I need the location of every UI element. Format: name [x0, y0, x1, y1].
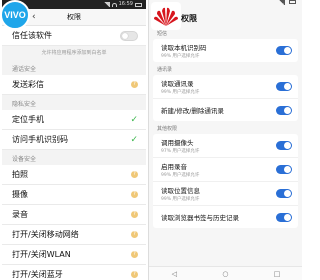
section-header: 隐私安全 — [2, 95, 146, 110]
camera-toggle[interactable] — [276, 141, 292, 150]
row-label: 信任该软件 — [12, 31, 52, 40]
record-toggle[interactable] — [276, 165, 292, 174]
system-nav-bar: ◁ ○ □ — [149, 266, 302, 280]
bookmarks-row[interactable]: 读取浏览器书签与历史记录 — [153, 206, 298, 228]
ask-icon: ? — [131, 271, 138, 278]
read-contacts-toggle[interactable] — [276, 82, 292, 91]
right-phone-screen: 权限 短信 读取本机识别码 99% 用户选择允许 通讯录 读取通讯录 99% 用户选… — [148, 0, 302, 280]
row-label: 拍照 — [12, 170, 28, 179]
section-header: 通讯录 — [157, 67, 173, 73]
record-row[interactable]: 启用录音 99% 用户选择允许 — [153, 158, 298, 182]
ask-icon: ? — [131, 171, 138, 178]
check-icon: ✓ — [130, 114, 138, 125]
left-phone-screen: 16:59 ‹ 权限 信任该软件 允许将应用程序添加到白名单 通话安全 发送彩信… — [2, 0, 146, 280]
battery-icon — [135, 2, 142, 7]
edit-contacts-row[interactable]: 新建/修改/删除通讯录 — [153, 99, 298, 121]
check-icon: ✓ — [130, 134, 138, 145]
camera-row[interactable]: 调用摄像头 97% 用户选择允许 — [153, 134, 298, 158]
signal-icon — [279, 0, 285, 5]
settings-card: 调用摄像头 97% 用户选择允许 启用录音 99% 用户选择允许 读取位置信息 99%… — [153, 134, 298, 228]
trust-hint: 允许将应用程序添加到白名单 — [2, 46, 146, 60]
row-label: 摄像 — [12, 190, 28, 199]
read-contacts-row[interactable]: 读取通讯录 99% 用户选择允许 — [153, 75, 298, 99]
battery-icon — [289, 0, 296, 4]
row-label: 打开/关闭蓝牙 — [12, 270, 63, 279]
settings-card: 读取本机识别码 99% 用户选择允许 — [153, 39, 298, 62]
row-label: 访问手机识别码 — [12, 135, 68, 144]
row-label: 定位手机 — [12, 115, 44, 124]
page-title: 权限 — [67, 13, 81, 21]
mobile-data-row[interactable]: 打开/关闭移动网络 ? — [2, 225, 146, 245]
device-id-row[interactable]: 访问手机识别码 ✓ — [2, 130, 146, 150]
signal-icon — [103, 2, 110, 7]
wlan-row[interactable]: 打开/关闭WLAN ? — [2, 245, 146, 265]
ask-icon: ? — [131, 251, 138, 258]
location-toggle[interactable] — [276, 189, 292, 198]
locate-phone-row[interactable]: 定位手机 ✓ — [2, 110, 146, 130]
back-arrow-icon[interactable]: ‹ — [32, 9, 36, 26]
back-icon[interactable]: ◁ — [172, 270, 177, 278]
row-label: 发送彩信 — [12, 80, 44, 89]
ask-icon: ? — [131, 231, 138, 238]
recent-apps-icon[interactable]: □ — [274, 270, 281, 278]
row-label: 录音 — [12, 210, 28, 219]
section-header: 其他权限 — [157, 126, 178, 132]
location-row[interactable]: 读取位置信息 99% 用户选择允许 — [153, 182, 298, 206]
ask-icon: ? — [131, 191, 138, 198]
trust-toggle[interactable] — [120, 30, 138, 41]
wifi-icon — [111, 2, 117, 7]
row-label: 打开/关闭移动网络 — [12, 230, 79, 239]
settings-card: 读取通讯录 99% 用户选择允许 新建/修改/删除通讯录 — [153, 75, 298, 121]
home-icon[interactable]: ○ — [222, 270, 228, 278]
row-label: 打开/关闭WLAN — [12, 250, 71, 259]
send-mms-row[interactable]: 发送彩信 ? — [2, 75, 146, 95]
section-header: 设备安全 — [2, 150, 146, 165]
ask-icon: ? — [131, 81, 138, 88]
bookmarks-toggle[interactable] — [276, 212, 292, 222]
bluetooth-row[interactable]: 打开/关闭蓝牙 ? — [2, 265, 146, 280]
video-row[interactable]: 摄像 ? — [2, 185, 146, 205]
device-id-toggle[interactable] — [276, 46, 292, 55]
status-time: 16:59 — [118, 1, 133, 7]
camera-row[interactable]: 拍照 ? — [2, 165, 146, 185]
edit-contacts-toggle[interactable] — [276, 105, 292, 115]
section-header: 通话安全 — [2, 60, 146, 75]
vivo-logo: VIVO — [0, 0, 30, 30]
ask-icon: ? — [131, 211, 138, 218]
trust-app-row[interactable]: 信任该软件 — [2, 26, 146, 46]
record-row[interactable]: 录音 ? — [2, 205, 146, 225]
huawei-logo — [151, 2, 181, 30]
device-id-row[interactable]: 读取本机识别码 99% 用户选择允许 — [153, 39, 298, 62]
